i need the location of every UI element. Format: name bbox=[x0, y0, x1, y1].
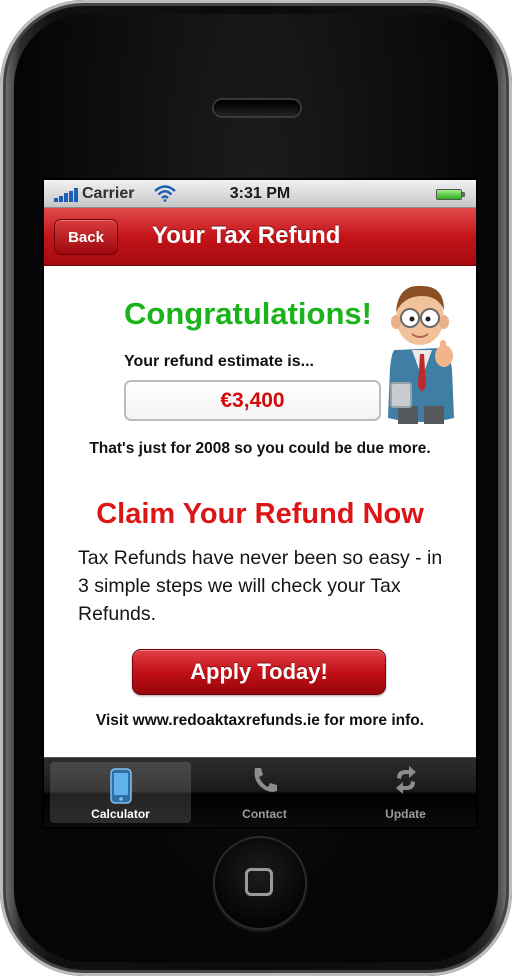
battery-icon bbox=[436, 189, 465, 200]
congratulations-heading: Congratulations! bbox=[124, 296, 372, 331]
handset-icon bbox=[249, 764, 281, 799]
status-bar: Carrier 3:31 PM bbox=[44, 180, 476, 208]
year-note: That's just for 2008 so you could be due… bbox=[89, 440, 431, 457]
home-button[interactable] bbox=[215, 838, 305, 928]
estimate-label: Your refund estimate is... bbox=[124, 353, 314, 370]
navigation-bar: Back Your Tax Refund bbox=[44, 208, 476, 266]
claim-description: Tax Refunds have never been so easy - in… bbox=[78, 547, 443, 625]
page-title: Your Tax Refund bbox=[152, 222, 341, 249]
refund-amount-field: €3,400 bbox=[124, 380, 381, 421]
tab-label: Calculator bbox=[91, 807, 150, 821]
tab-label: Update bbox=[385, 807, 426, 821]
tab-bar: Calculator Contact Update bbox=[44, 757, 476, 827]
earpiece-speaker bbox=[214, 100, 300, 116]
back-button[interactable]: Back bbox=[54, 219, 118, 255]
app-screen: Carrier 3:31 PM Back Your Tax Refund Con… bbox=[44, 180, 476, 827]
refresh-icon bbox=[391, 764, 421, 799]
tab-update[interactable]: Update bbox=[335, 758, 476, 827]
apply-today-button[interactable]: Apply Today! bbox=[132, 649, 386, 695]
phone-frame: Carrier 3:31 PM Back Your Tax Refund Con… bbox=[0, 0, 512, 976]
main-content: Congratulations! Your refund estimate is… bbox=[44, 266, 476, 757]
mascot-illustration bbox=[388, 285, 454, 424]
tab-calculator[interactable]: Calculator bbox=[50, 762, 191, 823]
phone-icon bbox=[109, 768, 132, 807]
claim-heading: Claim Your Refund Now bbox=[96, 498, 424, 530]
tab-label: Contact bbox=[242, 807, 287, 821]
status-time: 3:31 PM bbox=[229, 185, 291, 202]
home-square-icon bbox=[245, 868, 273, 896]
website-note: Visit www.redoaktaxrefunds.ie for more i… bbox=[95, 712, 425, 729]
tab-contact[interactable]: Contact bbox=[194, 758, 335, 827]
